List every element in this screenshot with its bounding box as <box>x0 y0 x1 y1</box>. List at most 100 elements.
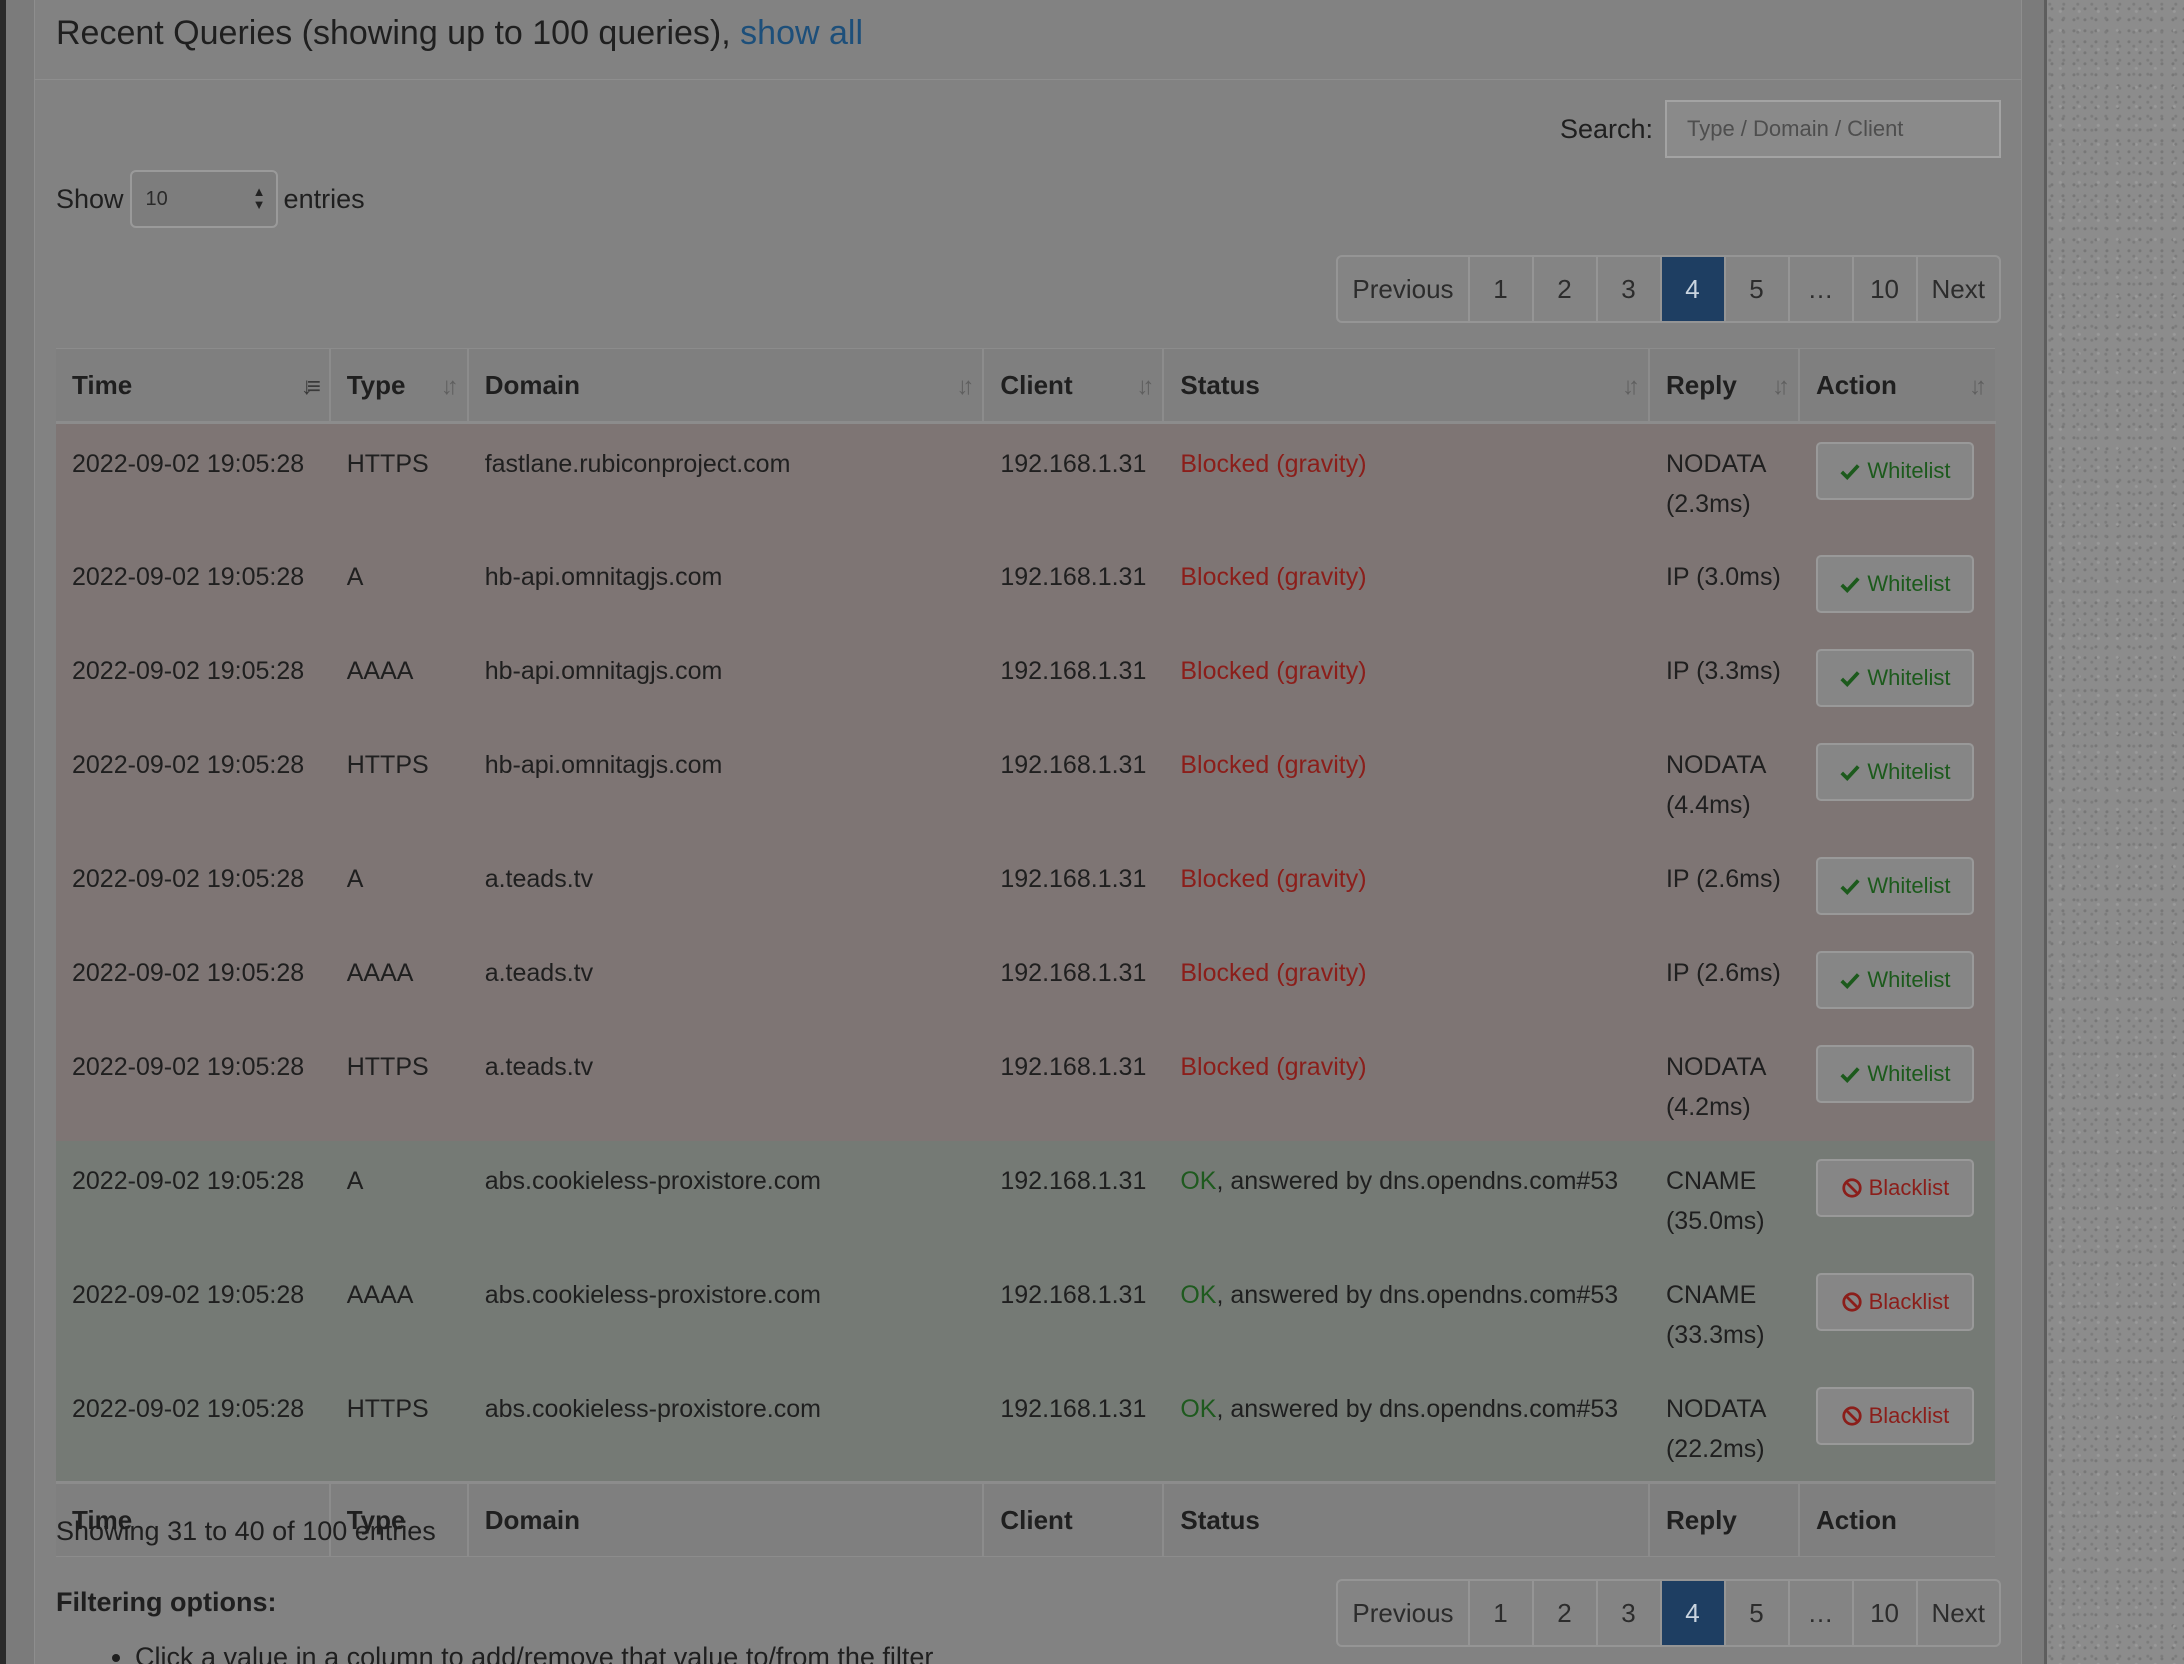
cell-time[interactable]: 2022-09-02 19:05:28 <box>56 932 330 1027</box>
cell-status[interactable]: Blocked (gravity) <box>1163 838 1649 933</box>
cell-domain[interactable]: a.teads.tv <box>467 838 984 933</box>
pagination-page[interactable]: 5 <box>1726 257 1790 321</box>
cell-time[interactable]: 2022-09-02 19:05:28 <box>56 630 330 725</box>
entries-select[interactable]: 10 ▲ ▼ <box>129 170 278 228</box>
table-body: 2022-09-02 19:05:28 HTTPS fastlane.rubic… <box>56 422 1995 1483</box>
pagination-page[interactable]: 2 <box>1534 1581 1598 1645</box>
cell-status[interactable]: Blocked (gravity) <box>1163 422 1649 537</box>
cell-time[interactable]: 2022-09-02 19:05:28 <box>56 724 330 839</box>
cell-type[interactable]: A <box>329 536 468 631</box>
pagination-page-active[interactable]: 4 <box>1661 1581 1726 1645</box>
cell-client[interactable]: 192.168.1.31 <box>983 422 1164 537</box>
cell-domain[interactable]: a.teads.tv <box>467 1026 984 1141</box>
blacklist-button[interactable]: Blacklist <box>1815 1386 1974 1445</box>
whitelist-button[interactable]: Whitelist <box>1815 554 1974 613</box>
cell-status[interactable]: Blocked (gravity) <box>1163 932 1649 1027</box>
cell-client[interactable]: 192.168.1.31 <box>983 838 1164 933</box>
show-all-link[interactable]: show all <box>740 14 863 52</box>
status-text: Blocked (gravity) <box>1180 656 1367 685</box>
page-background <box>2044 0 2184 1664</box>
column-header-client[interactable]: Client ↓↑ <box>983 348 1165 424</box>
cell-client[interactable]: 192.168.1.31 <box>983 1026 1164 1141</box>
cell-domain[interactable]: hb-api.omnitagjs.com <box>467 724 984 839</box>
cell-status[interactable]: OK, answered by dns.opendns.com#53 <box>1163 1368 1649 1483</box>
cell-time[interactable]: 2022-09-02 19:05:28 <box>56 1254 330 1369</box>
cell-time[interactable]: 2022-09-02 19:05:28 <box>56 1140 330 1255</box>
cell-time[interactable]: 2022-09-02 19:05:28 <box>56 422 330 537</box>
whitelist-button[interactable]: Whitelist <box>1815 442 1974 500</box>
pagination-page[interactable]: 1 <box>1470 1581 1534 1645</box>
column-header-type[interactable]: Type ↓↑ <box>329 348 469 424</box>
cell-client[interactable]: 192.168.1.31 <box>983 630 1164 725</box>
pagination-top: Previous 1 2 3 4 5 … 10 Next <box>1336 255 2001 323</box>
sort-desc-icon: ↓≡ <box>300 373 321 400</box>
cell-type[interactable]: A <box>329 838 468 933</box>
cell-type[interactable]: HTTPS <box>329 1026 468 1141</box>
cell-status[interactable]: Blocked (gravity) <box>1163 724 1649 839</box>
pagination-page-active[interactable]: 4 <box>1661 257 1726 321</box>
pagination-page[interactable]: 1 <box>1470 257 1534 321</box>
cell-time[interactable]: 2022-09-02 19:05:28 <box>56 1368 330 1483</box>
cell-domain[interactable]: hb-api.omnitagjs.com <box>467 630 984 725</box>
pagination-previous[interactable]: Previous <box>1338 1581 1470 1645</box>
cell-domain[interactable]: abs.cookieless-proxistore.com <box>467 1368 984 1483</box>
cell-type[interactable]: AAAA <box>329 932 468 1027</box>
cell-type[interactable]: AAAA <box>329 1254 468 1369</box>
cell-status[interactable]: OK, answered by dns.opendns.com#53 <box>1163 1140 1649 1255</box>
cell-domain[interactable]: abs.cookieless-proxistore.com <box>467 1254 984 1369</box>
pagination-page[interactable]: 3 <box>1598 1581 1662 1645</box>
cell-client[interactable]: 192.168.1.31 <box>983 724 1164 839</box>
cell-client[interactable]: 192.168.1.31 <box>983 1368 1164 1483</box>
sort-icon: ↓↑ <box>440 373 459 400</box>
cell-client[interactable]: 192.168.1.31 <box>983 536 1164 631</box>
cell-type[interactable]: HTTPS <box>329 422 468 537</box>
whitelist-button[interactable]: Whitelist <box>1815 648 1974 707</box>
pagination-page[interactable]: 3 <box>1598 257 1662 321</box>
cell-domain[interactable]: fastlane.rubiconproject.com <box>467 422 984 537</box>
pagination-page[interactable]: 10 <box>1854 257 1918 321</box>
cell-type[interactable]: AAAA <box>329 630 468 725</box>
cell-type[interactable]: A <box>329 1140 468 1255</box>
cell-domain[interactable]: abs.cookieless-proxistore.com <box>467 1140 984 1255</box>
cell-status[interactable]: OK, answered by dns.opendns.com#53 <box>1163 1254 1649 1369</box>
pagination-previous[interactable]: Previous <box>1338 257 1470 321</box>
cell-status[interactable]: Blocked (gravity) <box>1163 536 1649 631</box>
pagination-page[interactable]: 5 <box>1726 1581 1790 1645</box>
cell-time[interactable]: 2022-09-02 19:05:28 <box>56 1026 330 1141</box>
cell-client[interactable]: 192.168.1.31 <box>983 1140 1164 1255</box>
whitelist-button[interactable]: Whitelist <box>1815 856 1974 915</box>
pagination-next[interactable]: Next <box>1918 257 1999 321</box>
ban-icon <box>1841 1177 1862 1198</box>
cell-action: Whitelist <box>1798 932 1995 1027</box>
search-input[interactable] <box>1665 100 2001 158</box>
cell-status[interactable]: Blocked (gravity) <box>1163 1026 1649 1141</box>
status-ok-text: OK <box>1180 1280 1217 1309</box>
pagination-next[interactable]: Next <box>1918 1581 1999 1645</box>
cell-domain[interactable]: hb-api.omnitagjs.com <box>467 536 984 631</box>
cell-time[interactable]: 2022-09-02 19:05:28 <box>56 838 330 933</box>
cell-type[interactable]: HTTPS <box>329 1368 468 1483</box>
column-header-reply[interactable]: Reply ↓↑ <box>1648 348 1800 424</box>
cell-domain[interactable]: a.teads.tv <box>467 932 984 1027</box>
cell-status[interactable]: Blocked (gravity) <box>1163 630 1649 725</box>
pagination-page[interactable]: 2 <box>1534 257 1598 321</box>
whitelist-button[interactable]: Whitelist <box>1815 1044 1974 1103</box>
whitelist-button[interactable]: Whitelist <box>1815 742 1974 801</box>
column-header-status[interactable]: Status ↓↑ <box>1163 348 1650 424</box>
entries-label: entries <box>283 183 365 214</box>
column-header-domain[interactable]: Domain ↓↑ <box>467 348 985 424</box>
footer-status: Status <box>1163 1481 1650 1557</box>
whitelist-button[interactable]: Whitelist <box>1815 950 1974 1009</box>
column-header-time[interactable]: Time ↓≡ <box>56 348 331 424</box>
blacklist-button[interactable]: Blacklist <box>1815 1272 1974 1331</box>
sort-icon: ↓↑ <box>1621 373 1640 400</box>
column-header-action[interactable]: Action ↓↑ <box>1798 348 1995 424</box>
table-row: 2022-09-02 19:05:28 HTTPS hb-api.omnitag… <box>56 724 1995 839</box>
cell-type[interactable]: HTTPS <box>329 724 468 839</box>
cell-client[interactable]: 192.168.1.31 <box>983 932 1164 1027</box>
blacklist-button[interactable]: Blacklist <box>1815 1158 1974 1217</box>
pagination-page[interactable]: 10 <box>1854 1581 1918 1645</box>
cell-client[interactable]: 192.168.1.31 <box>983 1254 1164 1369</box>
cell-time[interactable]: 2022-09-02 19:05:28 <box>56 536 330 631</box>
status-ok-text: OK <box>1180 1166 1217 1195</box>
